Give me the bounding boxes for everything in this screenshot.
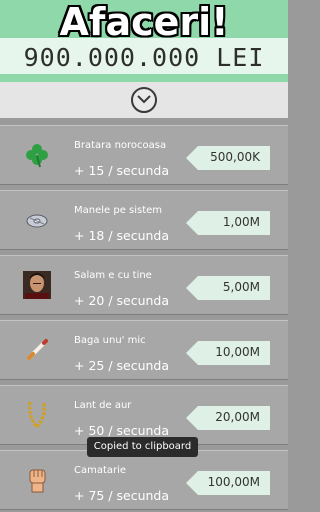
business-row[interactable]: Lant de aur + 50 / secunda 20,00M [0, 385, 288, 445]
cigarette-icon [22, 335, 52, 365]
price-label: 5,00M [222, 280, 260, 294]
business-name: Bratara norocoasa [74, 140, 167, 151]
buy-button[interactable]: 20,00M [186, 406, 270, 430]
toast-message: Copied to clipboard [87, 437, 198, 457]
chevron-down-icon[interactable] [131, 87, 157, 113]
business-rate: + 15 / secunda [74, 163, 170, 178]
business-rate: + 18 / secunda [74, 228, 170, 243]
gold-chain-icon [22, 400, 52, 430]
buy-button[interactable]: 100,00M [186, 471, 270, 495]
buy-button[interactable]: 1,00M [186, 211, 270, 235]
business-rate: + 20 / secunda [74, 293, 170, 308]
business-row[interactable]: Camatarie + 75 / secunda 100,00M [0, 450, 288, 510]
business-name: Camatarie [74, 465, 127, 476]
fist-icon [22, 465, 52, 495]
business-name: Lant de aur [74, 400, 132, 411]
business-name: Salam e cu tine [74, 270, 152, 281]
money-counter: 900.000.000 LEI [23, 43, 265, 72]
price-label: 10,00M [215, 345, 260, 359]
singer-portrait-icon [22, 270, 52, 300]
business-name: Manele pe sistem [74, 205, 163, 216]
buy-button[interactable]: 500,00K [186, 146, 270, 170]
business-rate: + 50 / secunda [74, 423, 170, 438]
business-rate: + 75 / secunda [74, 488, 170, 503]
buy-button[interactable]: 5,00M [186, 276, 270, 300]
business-rate: + 25 / secunda [74, 358, 170, 373]
page-title: Afaceri! [59, 0, 229, 44]
price-label: 100,00M [207, 475, 260, 489]
business-row[interactable]: Salam e cu tine + 20 / secunda 5,00M [0, 255, 288, 315]
price-label: 500,00K [210, 150, 260, 164]
cd-icon [22, 205, 52, 235]
business-row[interactable]: Baga unu' mic + 25 / secunda 10,00M [0, 320, 288, 380]
price-label: 1,00M [222, 215, 260, 229]
clover-icon [22, 140, 52, 170]
business-name: Baga unu' mic [74, 335, 146, 346]
business-row[interactable]: Bratara norocoasa + 15 / secunda 500,00K [0, 125, 288, 185]
header: Afaceri! 900.000.000 LEI [0, 0, 288, 82]
business-row[interactable]: Manele pe sistem + 18 / secunda 1,00M [0, 190, 288, 250]
price-label: 20,00M [215, 410, 260, 424]
buy-button[interactable]: 10,00M [186, 341, 270, 365]
